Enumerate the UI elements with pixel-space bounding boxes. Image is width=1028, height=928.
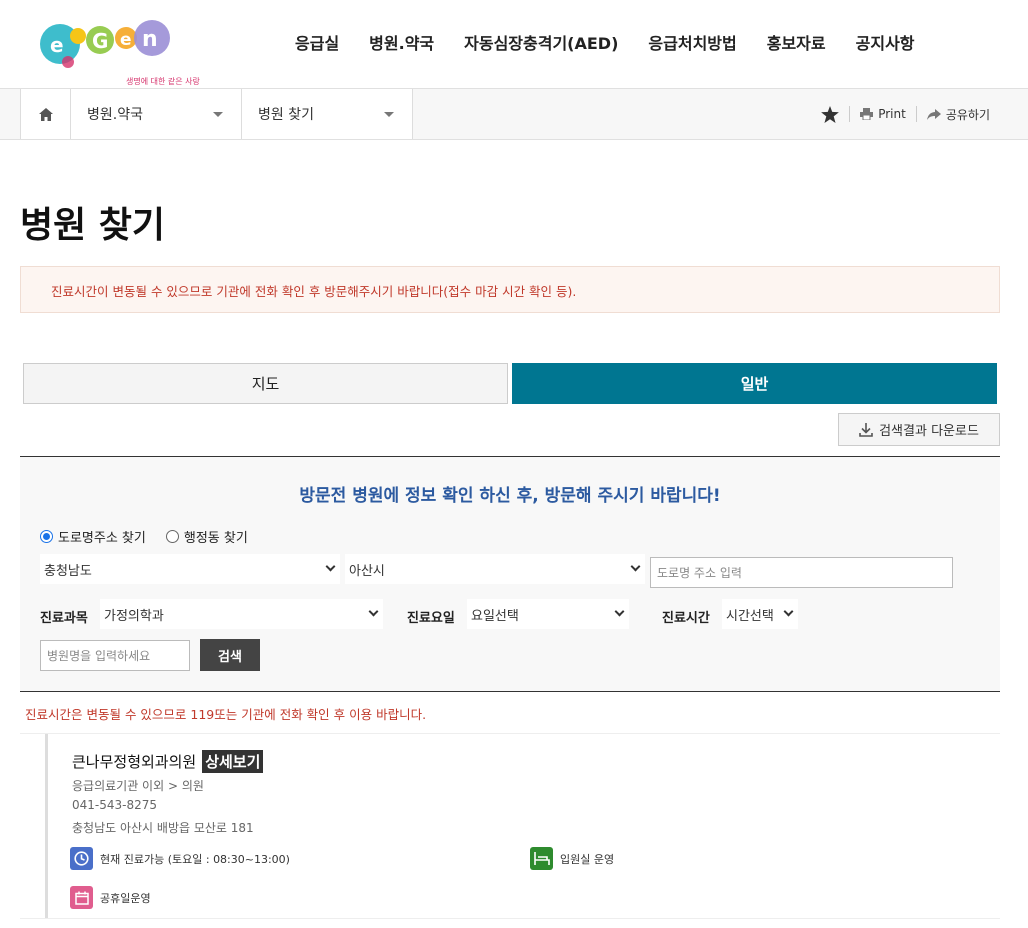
- nav-first-aid[interactable]: 응급처치방법: [648, 30, 736, 54]
- share-label: 공유하기: [945, 107, 990, 122]
- hospital-name-input[interactable]: 병원명을 입력하세요: [40, 640, 190, 671]
- province-select[interactable]: 충청남도: [40, 554, 340, 584]
- home-icon: [38, 107, 53, 121]
- city-select[interactable]: 아산시: [345, 554, 645, 584]
- tool-divider: [915, 106, 917, 122]
- nav-promotion[interactable]: 홍보자료: [767, 30, 826, 54]
- hospital-phone[interactable]: 041-543-8275: [72, 798, 157, 812]
- radio-road-label[interactable]: 도로명주소 찾기: [58, 527, 146, 546]
- tab-general[interactable]: 일반: [512, 363, 997, 404]
- holiday-feature: 공휴일운영: [70, 886, 151, 909]
- star-icon[interactable]: [821, 105, 840, 123]
- download-results-button[interactable]: 검색결과 다운로드: [838, 413, 1000, 446]
- egen-logo[interactable]: e G e n 생명에 대한 같은 사랑: [38, 14, 200, 86]
- page-tools: Print 공유하기: [821, 89, 990, 139]
- logo-tagline: 생명에 대한 같은 사랑: [126, 77, 200, 86]
- download-icon: [859, 422, 873, 437]
- nav-aed[interactable]: 자동심장충격기(AED): [464, 30, 618, 54]
- svg-text:e: e: [50, 33, 64, 57]
- radio-admin-label[interactable]: 행정동 찾기: [184, 527, 248, 546]
- radio-admin-district[interactable]: [165, 530, 179, 543]
- search-panel-title: 방문전 병원에 정보 확인 하신 후, 방문해 주시기 바랍니다!: [299, 486, 721, 506]
- chevron-down-icon: [325, 561, 336, 572]
- main-nav: 응급실 병원.약국 자동심장충격기(AED) 응급처치방법 홍보자료 공지사항: [280, 30, 930, 54]
- site-header: e G e n 생명에 대한 같은 사랑 응급실 병원.약국 자동심장충격기(A…: [0, 0, 1028, 89]
- time-value: 시간선택: [726, 608, 774, 624]
- road-address-input[interactable]: 도로명 주소 입력: [650, 557, 953, 588]
- notice-box: 진료시간이 변동될 수 있으므로 기관에 전화 확인 후 방문해주시기 바랍니다…: [20, 266, 1000, 313]
- day-value: 요일선택: [471, 608, 519, 624]
- nav-emergency-room[interactable]: 응급실: [295, 30, 339, 54]
- hours-text: 현재 진료가능 (토요일 : 08:30~13:00): [100, 852, 290, 866]
- page-title: 병원 찾기: [20, 205, 166, 246]
- share-button[interactable]: 공유하기: [926, 106, 990, 123]
- dept-select[interactable]: 가정의학과: [100, 599, 383, 629]
- search-panel: 방문전 병원에 정보 확인 하신 후, 방문해 주시기 바랍니다! 도로명주소 …: [20, 456, 1000, 692]
- caret-down-icon: [213, 112, 223, 117]
- breadcrumb-level2-select[interactable]: 병원 찾기: [242, 89, 413, 139]
- print-button[interactable]: Print: [860, 107, 906, 121]
- tool-divider: [849, 106, 851, 122]
- warning-text: 진료시간은 변동될 수 있으므로 119또는 기관에 전화 확인 후 이용 바랍…: [25, 707, 427, 722]
- dept-label: 진료과목: [40, 611, 88, 626]
- nav-notice[interactable]: 공지사항: [856, 30, 915, 54]
- hours-feature: 현재 진료가능 (토요일 : 08:30~13:00): [70, 847, 290, 870]
- road-address-placeholder: 도로명 주소 입력: [657, 566, 742, 580]
- calendar-icon: [70, 886, 93, 909]
- breadcrumb-level1-select[interactable]: 병원.약국: [71, 89, 242, 139]
- print-label: Print: [878, 107, 906, 121]
- svg-text:n: n: [142, 27, 158, 52]
- search-button[interactable]: 검색: [200, 639, 260, 671]
- hospital-name-placeholder: 병원명을 입력하세요: [47, 649, 151, 663]
- breadcrumb: 병원.약국 병원 찾기 Print 공유하기: [0, 89, 1028, 140]
- hospital-address: 충청남도 아산시 배방읍 모산로 181: [72, 821, 254, 835]
- day-select[interactable]: 요일선택: [467, 599, 629, 629]
- hospital-name-row: 큰나무정형외과의원 상세보기: [72, 750, 264, 773]
- address-type-radios: 도로명주소 찾기 행정동 찾기: [40, 527, 268, 546]
- province-value: 충청남도: [44, 563, 92, 579]
- chevron-down-icon: [368, 606, 379, 617]
- dept-value: 가정의학과: [104, 608, 164, 624]
- logo-circles-icon: e G e n: [40, 20, 170, 68]
- share-arrow-icon: [926, 108, 941, 120]
- nav-hospital-pharmacy[interactable]: 병원.약국: [369, 30, 434, 54]
- inpatient-text: 입원실 운영: [560, 852, 615, 866]
- chevron-down-icon: [630, 561, 641, 572]
- day-label: 진료요일: [407, 611, 455, 626]
- inpatient-feature: 입원실 운영: [530, 847, 614, 870]
- notice-text: 진료시간이 변동될 수 있으므로 기관에 전화 확인 후 방문해주시기 바랍니다…: [51, 284, 577, 299]
- svg-text:G: G: [92, 29, 108, 53]
- detail-view-button[interactable]: 상세보기: [202, 750, 264, 773]
- breadcrumb-level2-label: 병원 찾기: [258, 107, 314, 123]
- chevron-down-icon: [783, 606, 794, 617]
- printer-icon: [860, 108, 874, 120]
- time-select[interactable]: 시간선택: [722, 599, 798, 629]
- breadcrumb-level1-label: 병원.약국: [87, 107, 143, 123]
- svg-text:e: e: [120, 30, 132, 50]
- download-label: 검색결과 다운로드: [879, 424, 979, 439]
- chevron-down-icon: [614, 606, 625, 617]
- caret-down-icon: [384, 112, 394, 117]
- divider: [20, 918, 1000, 919]
- hospital-category: 응급의료기관 이외 > 의원: [72, 779, 204, 793]
- bed-icon: [530, 847, 553, 870]
- city-value: 아산시: [349, 563, 385, 579]
- list-item: 큰나무정형외과의원 상세보기 응급의료기관 이외 > 의원 041-543-82…: [45, 734, 1000, 918]
- tab-map[interactable]: 지도: [23, 363, 508, 404]
- holiday-text: 공휴일운영: [100, 891, 151, 905]
- hospital-name[interactable]: 큰나무정형외과의원: [72, 751, 196, 772]
- radio-road-address[interactable]: [40, 530, 53, 543]
- home-button[interactable]: [20, 89, 71, 139]
- time-label: 진료시간: [662, 611, 710, 626]
- clock-icon: [70, 847, 93, 870]
